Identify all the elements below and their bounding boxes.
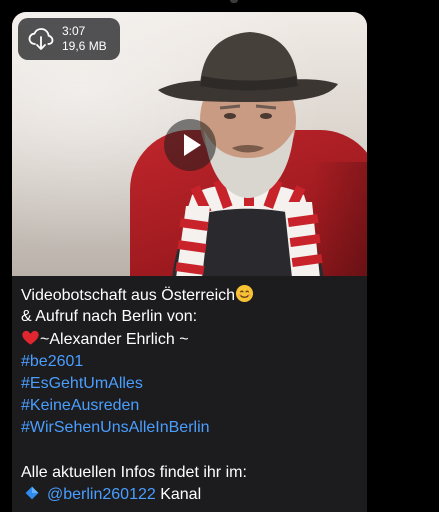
caption-line-author: ~Alexander Ehrlich ~ xyxy=(21,328,363,350)
play-button[interactable] xyxy=(164,119,216,171)
video-duration: 3:07 xyxy=(62,24,86,38)
video-file-size: 19,6 MB xyxy=(62,39,107,53)
hashtag-link-2[interactable]: #EsGehtUmAlles xyxy=(21,373,363,395)
play-icon xyxy=(184,134,201,156)
hashtag-link-1[interactable]: #be2601 xyxy=(21,351,363,373)
caption-line-call: & Aufruf nach Berlin von: xyxy=(21,308,198,326)
top-indicator xyxy=(230,0,238,3)
caption-info-line: Alle aktuellen Infos findet ihr im: xyxy=(21,463,247,481)
video-thumbnail[interactable]: 3:07 19,6 MB xyxy=(12,12,367,276)
channel-suffix-text: Kanal xyxy=(155,485,202,503)
hashtag-link-3[interactable]: #KeineAusreden xyxy=(21,395,363,417)
caption-author-text: ~Alexander Ehrlich ~ xyxy=(40,331,189,349)
blue-diamond-emoji-wrap xyxy=(21,485,47,508)
red-heart-emoji xyxy=(22,331,39,345)
top-strip xyxy=(0,0,439,12)
message-bubble[interactable]: 3:07 19,6 MB Videobotschaft aus Österrei… xyxy=(12,12,367,512)
cloud-download-icon[interactable] xyxy=(28,27,54,51)
smiling-face-emoji xyxy=(235,284,254,303)
blue-diamond-emoji xyxy=(25,486,39,500)
video-info-pill[interactable]: 3:07 19,6 MB xyxy=(18,18,120,60)
channel-mention-link[interactable]: @berlin260122 xyxy=(47,486,156,503)
hashtag-link-4[interactable]: #WirSehenUnsAlleInBerlin xyxy=(21,417,363,439)
message-caption: Videobotschaft aus Österreich & Aufruf n… xyxy=(21,284,363,506)
caption-title-text: Videobotschaft aus Österreich xyxy=(21,287,236,304)
caption-line-title: Videobotschaft aus Österreich xyxy=(21,284,363,306)
caption-channel-line: @berlin260122 Kanal xyxy=(21,484,363,506)
